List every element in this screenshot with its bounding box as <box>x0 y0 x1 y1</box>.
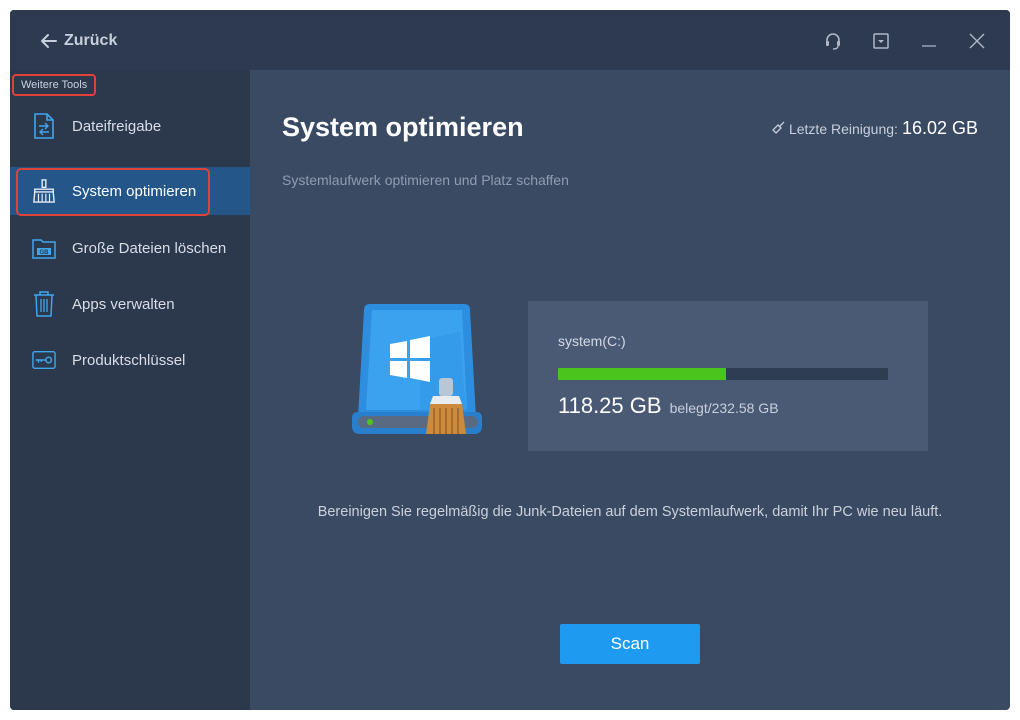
sidebar-item-grosse-dateien[interactable]: GB Große Dateien löschen <box>10 224 250 272</box>
page-title: System optimieren <box>282 112 524 142</box>
broom-small-icon <box>772 121 785 137</box>
used-space: 118.25 GB <box>558 393 662 418</box>
disk-usage-text: 118.25 GB belegt/232.58 GB <box>558 393 779 419</box>
large-files-icon: GB <box>32 235 56 261</box>
sidebar-item-produktschluessel[interactable]: Produktschlüssel <box>10 336 250 384</box>
sidebar-item-label: Apps verwalten <box>72 295 175 313</box>
disk-usage-bar <box>558 368 888 380</box>
cleanup-hint: Bereinigen Sie regelmäßig die Junk-Datei… <box>317 504 943 520</box>
drive-card: system(C:) 118.25 GB belegt/232.58 GB <box>528 301 928 451</box>
sidebar-item-label: Große Dateien löschen <box>72 239 227 257</box>
last-clean-info: Letzte Reinigung: 16.02 GB <box>772 118 978 139</box>
sidebar: Weitere Tools Dateifreigabe System optim… <box>10 70 250 710</box>
sidebar-item-system-optimieren[interactable]: System optimieren <box>10 167 250 216</box>
sidebar-item-dateifreigabe[interactable]: Dateifreigabe <box>10 102 250 150</box>
support-icon[interactable] <box>820 28 846 54</box>
back-label: Zurück <box>64 32 118 49</box>
sidebar-item-label: Produktschlüssel <box>72 351 186 369</box>
close-icon[interactable] <box>964 28 990 54</box>
broom-icon <box>32 178 56 204</box>
app-window: Zurück Weitere Tools Dateifreigabe Syste… <box>10 10 1010 710</box>
trash-icon <box>32 291 56 317</box>
arrow-left-icon <box>40 33 58 49</box>
sidebar-item-label: Dateifreigabe <box>72 117 162 135</box>
back-button[interactable]: Zurück <box>40 29 117 53</box>
disk-usage-fill <box>558 368 726 380</box>
minimize-icon[interactable] <box>916 28 942 54</box>
section-label-weitere-tools: Weitere Tools <box>12 74 97 96</box>
sidebar-item-label: System optimieren <box>72 182 197 200</box>
title-bar: Zurück <box>10 10 1010 70</box>
disk-cleanup-illustration <box>350 300 490 450</box>
file-share-icon <box>32 113 56 139</box>
scan-button[interactable]: Scan <box>560 624 700 664</box>
minimize-to-tray-icon[interactable] <box>868 28 894 54</box>
sidebar-item-apps-verwalten[interactable]: Apps verwalten <box>10 280 250 328</box>
key-icon <box>32 347 56 373</box>
drive-name: system(C:) <box>558 333 626 349</box>
page-subtitle: Systemlaufwerk optimieren und Platz scha… <box>282 172 569 188</box>
svg-text:GB: GB <box>40 250 50 256</box>
main-panel: System optimieren Letzte Reinigung: 16.0… <box>250 70 1010 710</box>
total-space: belegt/232.58 GB <box>669 400 779 416</box>
last-clean-label: Letzte Reinigung: <box>788 121 898 137</box>
last-clean-value: 16.02 GB <box>901 118 978 138</box>
